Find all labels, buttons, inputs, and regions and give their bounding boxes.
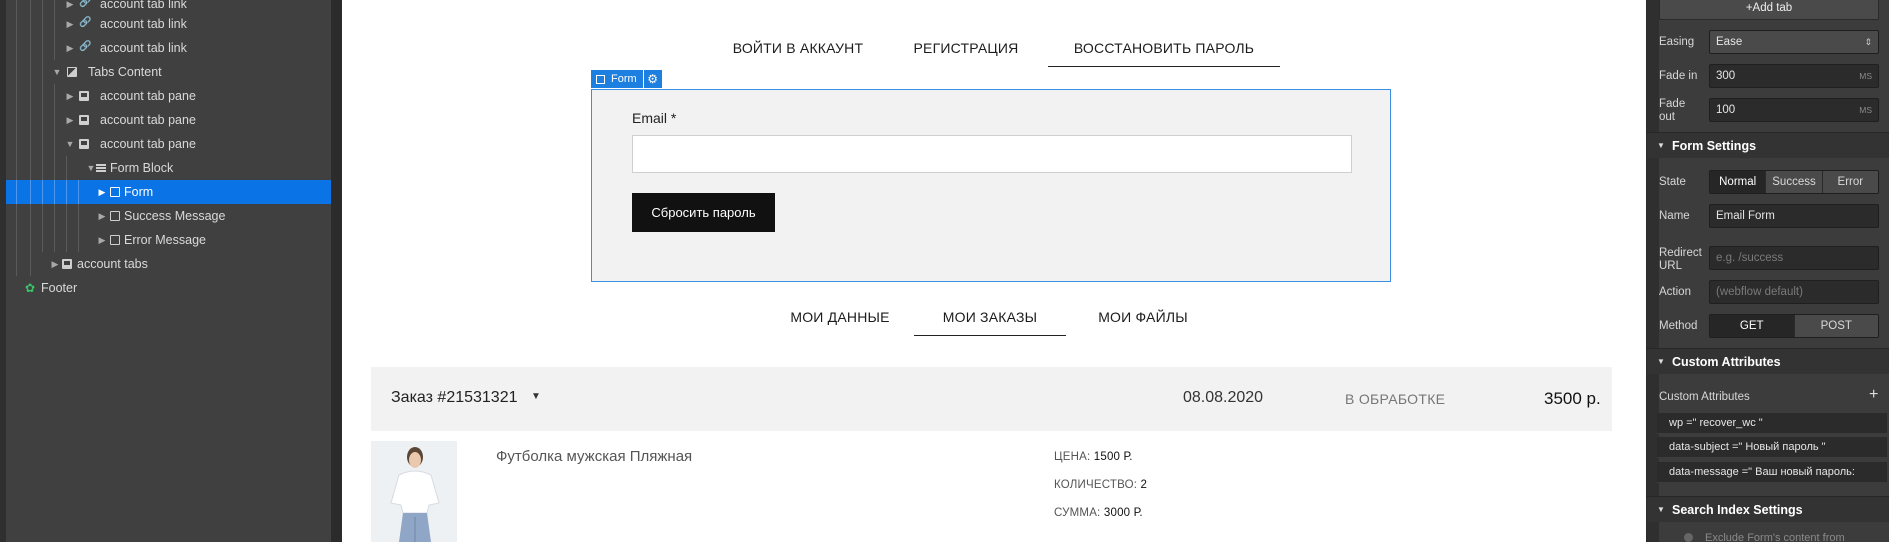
box-icon (110, 211, 120, 221)
product-name[interactable]: Футболка мужская Пляжная (496, 448, 692, 465)
tab-pane-icon (79, 115, 89, 125)
checkbox-dot-icon[interactable] (1684, 533, 1693, 542)
tab-register[interactable]: РЕГИСТРАЦИЯ (902, 37, 1030, 67)
easing-select[interactable]: Ease ⇕ (1709, 30, 1879, 54)
tab-pane-icon (79, 139, 89, 149)
plus-icon: + (1745, 2, 1753, 14)
email-input[interactable] (632, 135, 1352, 173)
action-input[interactable]: (webflow default) (1709, 280, 1879, 304)
add-attribute-icon[interactable]: + (1869, 386, 1878, 404)
form-block-icon (96, 164, 106, 172)
link-icon: 🔗 (79, 17, 92, 28)
order-status: В ОБРАБОТКЕ (1345, 391, 1446, 407)
state-label: State (1659, 176, 1686, 188)
nav-item-account-tab-pane[interactable]: ▶ account tab pane (6, 108, 331, 132)
form-name-input[interactable]: Email Form (1709, 204, 1879, 228)
attribute-row[interactable]: wp =" recover_wc " (1657, 413, 1887, 434)
badge-label: Form (611, 73, 637, 85)
easing-label: Easing (1659, 36, 1695, 48)
tab-login[interactable]: ВОЙТИ В АККАУНТ (722, 37, 874, 67)
section-search-index-settings[interactable]: ▼ Search Index Settings (1647, 496, 1889, 522)
selected-element-badge[interactable]: Form ⚙ (591, 70, 662, 88)
state-error[interactable]: Error (1822, 171, 1878, 193)
section-form-settings[interactable]: ▼ Form Settings (1647, 132, 1889, 158)
nav-item-account-tab-link[interactable]: ▶ 🔗 account tab link (6, 12, 331, 36)
form-icon (596, 74, 605, 84)
collapse-icon: ▼ (1657, 357, 1665, 366)
product-sum: СУММА: 3000 Р. (1054, 507, 1143, 519)
name-label: Name (1659, 210, 1690, 222)
reset-password-button[interactable]: Сбросить пароль (632, 193, 775, 232)
account-tabs: МОИ ДАННЫЕ МОИ ЗАКАЗЫ МОИ ФАЙЛЫ (342, 306, 1646, 336)
state-success[interactable]: Success (1766, 171, 1823, 193)
nav-item-footer[interactable]: ✿ Footer (6, 276, 331, 300)
fade-in-input[interactable]: 300 MS (1709, 64, 1879, 88)
method-get[interactable]: GET (1710, 315, 1795, 337)
tab-my-files[interactable]: МОИ ФАЙЛЫ (1080, 306, 1206, 336)
product-quantity: КОЛИЧЕСТВО: 2 (1054, 479, 1148, 491)
fade-out-label: Fade out (1659, 98, 1686, 123)
tabs-content-icon (67, 67, 77, 77)
fade-in-label: Fade in (1659, 70, 1698, 82)
nav-item-account-tab-link[interactable]: ▶ 🔗 account tab link (6, 36, 331, 60)
add-tab-button[interactable]: +Add tab (1659, 0, 1879, 20)
section-custom-attributes[interactable]: ▼ Custom Attributes (1647, 348, 1889, 374)
link-icon: 🔗 (79, 0, 92, 8)
select-arrows-icon: ⇕ (1864, 37, 1872, 47)
method-label: Method (1659, 320, 1698, 332)
redirect-url-label: Redirect URL (1659, 247, 1702, 272)
settings-scrollbar[interactable] (1647, 0, 1659, 542)
nav-item-form[interactable]: ▶ Form (6, 180, 331, 204)
custom-attributes-label: Custom Attributes (1659, 391, 1750, 403)
settings-panel: +Add tab Easing Ease ⇕ Fade in 300 MS Fad… (1647, 0, 1889, 542)
redirect-url-input[interactable]: e.g. /success (1709, 246, 1879, 270)
attribute-row[interactable]: data-message =" Ваш новый пароль: (1657, 462, 1887, 483)
fade-out-input[interactable]: 100 MS (1709, 98, 1879, 122)
design-canvas[interactable]: ВОЙТИ В АККАУНТ РЕГИСТРАЦИЯ ВОССТАНОВИТЬ… (342, 0, 1646, 542)
collapse-icon: ▼ (1657, 505, 1665, 514)
state-toggle: Normal Success Error (1709, 170, 1879, 194)
nav-item-form-block[interactable]: ▼ Form Block (6, 156, 331, 180)
nav-item-account-tab-pane[interactable]: ▶ account tab pane (6, 84, 331, 108)
nav-item-account-tab-pane[interactable]: ▼ account tab pane (6, 132, 331, 156)
collapse-icon: ▼ (1657, 141, 1665, 150)
box-icon (110, 235, 120, 245)
tabs-icon (62, 259, 72, 269)
tab-recover-password[interactable]: ВОССТАНОВИТЬ ПАРОЛЬ (1048, 37, 1280, 67)
tab-pane-icon (79, 91, 89, 101)
tab-my-data[interactable]: МОИ ДАННЫЕ (778, 306, 902, 336)
nav-item-tabs-content[interactable]: ▼ Tabs Content (6, 60, 331, 84)
search-index-option: Exclude Form's content from (1705, 532, 1845, 542)
method-post[interactable]: POST (1794, 315, 1878, 337)
form-icon (110, 187, 120, 197)
symbol-icon: ✿ (25, 281, 36, 295)
chevron-down-icon[interactable]: ▼ (531, 391, 541, 402)
order-date: 08.08.2020 (1183, 389, 1264, 406)
product-image (371, 441, 457, 542)
email-label: Email * (632, 110, 677, 126)
navigator-panel: ▶ 🔗 account tab link ▶ 🔗 account tab lin… (0, 0, 331, 542)
state-normal[interactable]: Normal (1710, 171, 1767, 193)
order-header[interactable]: Заказ #21531321 ▼ 08.08.2020 В ОБРАБОТКЕ… (371, 367, 1612, 431)
attribute-row[interactable]: data-subject =" Новый пароль " (1657, 437, 1887, 458)
method-toggle: GET POST (1709, 314, 1879, 338)
tab-my-orders[interactable]: МОИ ЗАКАЗЫ (914, 306, 1066, 336)
nav-item-success-message[interactable]: ▶ Success Message (6, 204, 331, 228)
gear-icon[interactable]: ⚙ (643, 70, 662, 88)
form-block[interactable]: Email * Сбросить пароль (591, 89, 1391, 282)
product-price: ЦЕНА: 1500 Р. (1054, 451, 1133, 463)
nav-item-error-message[interactable]: ▶ Error Message (6, 228, 331, 252)
nav-item-account-tabs[interactable]: ▶ account tabs (6, 252, 331, 276)
order-number: Заказ #21531321 (391, 389, 518, 406)
order-total: 3500 р. (1544, 389, 1601, 408)
action-label: Action (1659, 286, 1691, 298)
link-icon: 🔗 (79, 41, 92, 52)
auth-tabs: ВОЙТИ В АККАУНТ РЕГИСТРАЦИЯ ВОССТАНОВИТЬ… (342, 37, 1646, 67)
